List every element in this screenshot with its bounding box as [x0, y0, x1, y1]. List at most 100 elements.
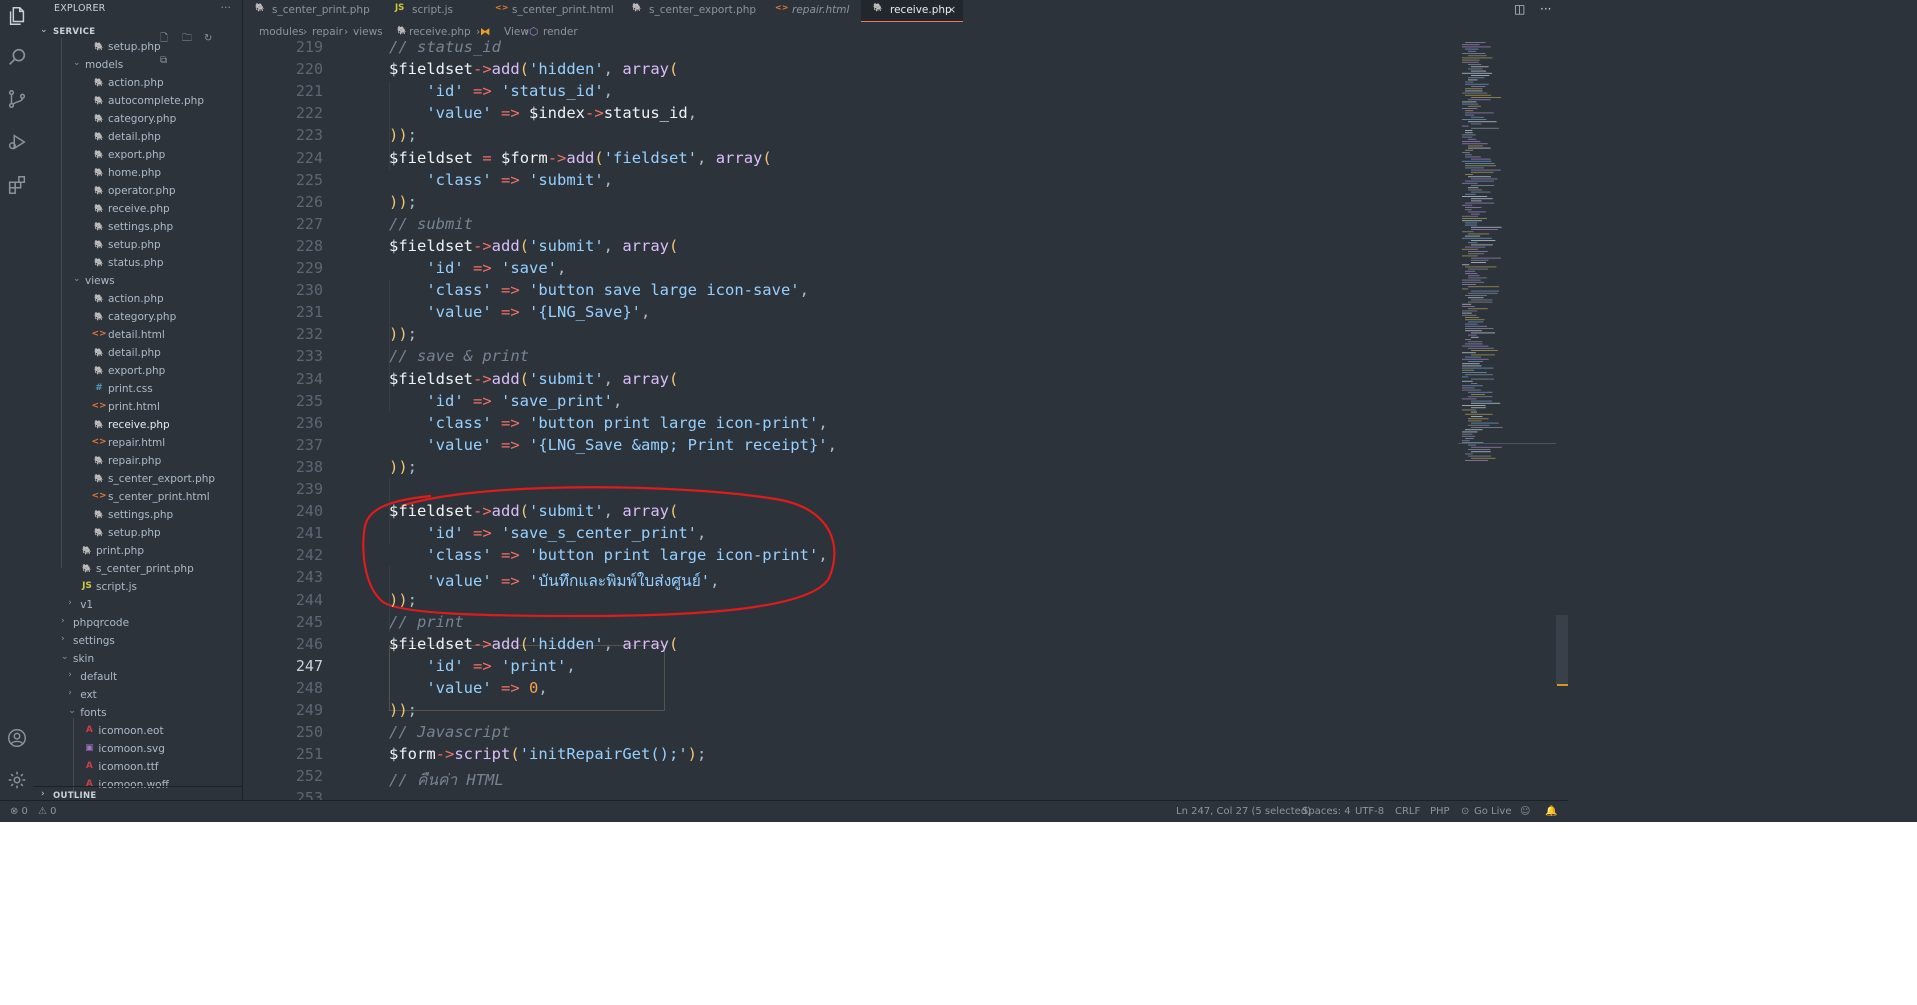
editor-tab[interactable]: 🐘 s_center_export.php	[620, 0, 760, 22]
code-line[interactable]: // save & print	[389, 347, 529, 369]
code-line[interactable]: 'value' => 'บันทึกและพิมพ์ใบส่งศูนย์',	[389, 568, 719, 590]
breadcrumb-file[interactable]: receive.php	[409, 26, 471, 38]
file-item[interactable]: <> s_center_print.html	[33, 488, 242, 506]
cursor-position[interactable]: Ln 247, Col 27 (5 selected)	[1176, 806, 1311, 817]
line-ending[interactable]: CRLF	[1395, 806, 1420, 817]
file-item[interactable]: 🐘 action.php	[33, 74, 242, 92]
file-item[interactable]: 🐘 receive.php	[33, 200, 242, 218]
file-item[interactable]: 🐘 s_center_print.php	[33, 560, 242, 578]
file-item[interactable]: <> print.html	[33, 398, 242, 416]
feedback-icon[interactable]: ☺	[1520, 806, 1530, 817]
code-line[interactable]: // status_id	[389, 40, 501, 60]
more-actions-icon[interactable]: ···	[1540, 2, 1551, 16]
code-line[interactable]: 'value' => $index->status_id,	[389, 104, 697, 126]
file-item[interactable]: Aicomoon.eot	[33, 722, 242, 740]
folder-item[interactable]: ⌄ models	[33, 56, 242, 74]
go-live-button[interactable]: Go Live	[1474, 806, 1511, 817]
file-item[interactable]: 🐘 receive.php	[33, 416, 242, 434]
warnings-count[interactable]: ⚠ 0	[38, 806, 57, 817]
code-line[interactable]: 'class' => 'button print large icon-prin…	[389, 414, 827, 436]
source-control-icon[interactable]	[5, 87, 29, 111]
file-item[interactable]: 🐘 status.php	[33, 254, 242, 272]
file-item[interactable]: 🐘 category.php	[33, 308, 242, 326]
code-line[interactable]: // Javascript	[389, 723, 510, 745]
file-item[interactable]: <> repair.html	[33, 434, 242, 452]
code-line[interactable]: // คืนค่า HTML	[389, 767, 504, 789]
file-item[interactable]: 🐘 detail.php	[33, 344, 242, 362]
code-line[interactable]: 'id' => 'save',	[389, 259, 566, 281]
folder-item[interactable]: › ext	[33, 686, 242, 704]
folder-item[interactable]: › default	[33, 668, 242, 686]
code-line[interactable]: 'id' => 'save_print',	[389, 392, 622, 414]
folder-item[interactable]: › settings	[33, 632, 242, 650]
file-item[interactable]: Aicomoon.ttf	[33, 758, 242, 776]
breadcrumb-views[interactable]: views	[353, 26, 383, 38]
editor-tab[interactable]: <> repair.html	[763, 0, 853, 22]
code-line[interactable]: $fieldset = $form->add('fieldset', array…	[389, 149, 772, 171]
code-line[interactable]: ));	[389, 458, 417, 480]
folder-item[interactable]: › phpqrcode	[33, 614, 242, 632]
breadcrumb-method[interactable]: render	[543, 26, 578, 38]
file-item[interactable]: 🐘 setup.php	[33, 236, 242, 254]
folder-item[interactable]: ⌄ views	[33, 272, 242, 290]
file-item[interactable]: # print.css	[33, 380, 242, 398]
code-line[interactable]: $fieldset->add('hidden', array(	[389, 60, 678, 82]
folder-item[interactable]: ⌄ fonts	[33, 704, 242, 722]
file-item[interactable]: <> detail.html	[33, 326, 242, 344]
code-line[interactable]: // submit	[389, 215, 473, 237]
code-line[interactable]: ));	[389, 701, 417, 723]
errors-count[interactable]: ⊗ 0	[10, 806, 28, 817]
file-item[interactable]: 🐘 home.php	[33, 164, 242, 182]
code-line[interactable]: 'value' => 0,	[389, 679, 547, 701]
notifications-icon[interactable]: 🔔	[1545, 806, 1557, 817]
file-item[interactable]: 🐘 autocomplete.php	[33, 92, 242, 110]
scrollbar-track[interactable]	[1556, 40, 1568, 800]
accounts-icon[interactable]	[5, 726, 29, 750]
file-item[interactable]: 🐘 operator.php	[33, 182, 242, 200]
code-line[interactable]: 'class' => 'button save large icon-save'…	[389, 281, 809, 303]
folder-item[interactable]: ⌄ skin	[33, 650, 242, 668]
editor-tab[interactable]: 🐘 receive.php ×	[861, 0, 963, 22]
file-item[interactable]: 🐘 repair.php	[33, 452, 242, 470]
code-line[interactable]: 'value' => '{LNG_Save}',	[389, 303, 650, 325]
search-icon[interactable]	[5, 45, 29, 69]
code-line[interactable]: 'value' => '{LNG_Save &amp; Print receip…	[389, 436, 837, 458]
scrollbar-thumb[interactable]	[1556, 615, 1568, 685]
file-item[interactable]: 🐘 export.php	[33, 146, 242, 164]
code-line[interactable]: ));	[389, 325, 417, 347]
more-actions-icon[interactable]: ···	[221, 1, 232, 14]
code-line[interactable]: 'id' => 'print',	[389, 657, 575, 679]
code-line[interactable]: $fieldset->add('hidden', array(	[389, 635, 678, 657]
file-item[interactable]: 🐘 export.php	[33, 362, 242, 380]
code-editor[interactable]: 219// status_id 220 $fieldset->add('hidden…	[243, 40, 1917, 800]
file-item[interactable]: 🐘 s_center_export.php	[33, 470, 242, 488]
breadcrumb-repair[interactable]: repair	[312, 26, 343, 38]
editor-tab[interactable]: JS script.js	[383, 0, 473, 22]
encoding[interactable]: UTF-8	[1355, 806, 1384, 817]
file-item[interactable]: JS script.js	[33, 578, 242, 596]
folder-item[interactable]: › v1	[33, 596, 242, 614]
language-mode[interactable]: PHP	[1430, 806, 1450, 817]
code-line[interactable]: 'id' => 'status_id',	[389, 82, 613, 104]
code-line[interactable]: $form->script('initRepairGet();');	[389, 745, 706, 767]
file-item[interactable]: 🐘 detail.php	[33, 128, 242, 146]
editor-tab[interactable]: <> s_center_print.html	[483, 0, 614, 22]
file-item[interactable]: ▣ icomoon.svg	[33, 740, 242, 758]
breadcrumb-modules[interactable]: modules	[259, 26, 304, 38]
editor-tab[interactable]: 🐘 s_center_print.php	[243, 0, 375, 22]
code-line[interactable]: ));	[389, 591, 417, 613]
explorer-icon[interactable]	[5, 4, 29, 28]
extensions-icon[interactable]	[5, 173, 29, 197]
split-editor-icon[interactable]: ◫	[1514, 2, 1525, 16]
code-line[interactable]: // print	[389, 613, 464, 635]
minimap[interactable]	[1458, 40, 1558, 470]
file-item[interactable]: 🐘 settings.php	[33, 506, 242, 524]
file-item[interactable]: 🐘 action.php	[33, 290, 242, 308]
code-line[interactable]: $fieldset->add('submit', array(	[389, 237, 678, 259]
code-line[interactable]: $fieldset->add('submit', array(	[389, 502, 678, 524]
file-item[interactable]: 🐘 setup.php	[33, 524, 242, 542]
run-debug-icon[interactable]	[5, 130, 29, 154]
code-line[interactable]: 'id' => 'save_s_center_print',	[389, 524, 706, 546]
file-item[interactable]: 🐘 settings.php	[33, 218, 242, 236]
code-line[interactable]: 'class' => 'button print large icon-prin…	[389, 546, 827, 568]
